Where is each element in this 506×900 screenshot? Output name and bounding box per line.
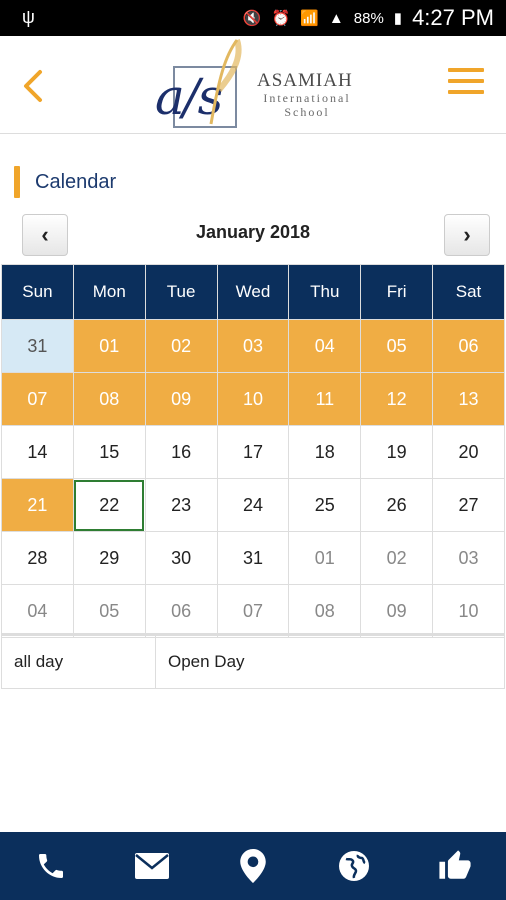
app-header: a/s ASAMIAH International School xyxy=(0,36,506,134)
location-button[interactable] xyxy=(233,846,273,886)
back-button[interactable] xyxy=(18,66,48,106)
mute-icon: 🔇 xyxy=(242,10,262,27)
usb-icon: ψ xyxy=(22,7,35,27)
day-cell[interactable]: 02 xyxy=(144,319,218,373)
day-cell[interactable]: 25 xyxy=(288,478,362,532)
day-cell[interactable]: 05 xyxy=(360,319,434,373)
status-icons: 🔇 ⏰ 📶 ▲ 88% ▮ 4:27 PM xyxy=(243,0,494,36)
wifi-icon: 📶 xyxy=(300,10,319,27)
chevron-left-icon: ‹ xyxy=(41,222,49,247)
weekday-header-row: Sun Mon Tue Wed Thu Fri Sat xyxy=(1,264,505,320)
chevron-right-icon: › xyxy=(463,222,471,247)
school-subtitle: International School xyxy=(263,91,351,119)
day-cell[interactable]: 17 xyxy=(216,425,290,479)
calendar-week: 14 15 16 17 18 19 20 xyxy=(1,425,505,479)
event-title: Open Day xyxy=(155,634,505,689)
weekday-tue: Tue xyxy=(144,264,218,320)
chevron-left-icon xyxy=(24,70,42,102)
day-cell[interactable]: 11 xyxy=(288,372,362,426)
day-cell-next-month[interactable]: 04 xyxy=(1,584,74,638)
event-row[interactable]: all day Open Day xyxy=(1,634,505,689)
day-cell[interactable]: 10 xyxy=(216,372,290,426)
event-list: all day Open Day xyxy=(1,633,505,689)
phone-button[interactable] xyxy=(31,846,71,886)
month-title: January 2018 xyxy=(195,222,311,242)
calendar-week: 07 08 09 10 11 12 13 xyxy=(1,372,505,426)
quill-icon xyxy=(209,39,242,125)
day-cell[interactable]: 30 xyxy=(144,531,218,585)
day-cell-next-month[interactable]: 09 xyxy=(360,584,434,638)
school-logo: a/s ASAMIAH International School xyxy=(155,38,355,130)
calendar-week: 28 29 30 31 01 02 03 xyxy=(1,531,505,585)
section-title: Calendar xyxy=(35,170,117,193)
day-cell[interactable]: 31 xyxy=(216,531,290,585)
globe-icon xyxy=(339,851,370,881)
mail-icon xyxy=(134,853,169,879)
calendar-week: 04 05 06 07 08 09 10 xyxy=(1,584,505,638)
day-cell[interactable]: 26 xyxy=(360,478,434,532)
weekday-fri: Fri xyxy=(360,264,434,320)
weekday-wed: Wed xyxy=(216,264,290,320)
section-header: Calendar xyxy=(14,164,116,200)
alarm-icon: ⏰ xyxy=(271,10,291,27)
day-cell-next-month[interactable]: 10 xyxy=(432,584,505,638)
weekday-thu: Thu xyxy=(288,264,362,320)
day-cell[interactable]: 04 xyxy=(288,319,362,373)
day-cell-next-month[interactable]: 05 xyxy=(72,584,146,638)
day-cell[interactable]: 15 xyxy=(72,425,146,479)
day-cell[interactable]: 01 xyxy=(72,319,146,373)
clock: 4:27 PM xyxy=(412,5,494,30)
calendar-grid: Sun Mon Tue Wed Thu Fri Sat 31 01 02 03 … xyxy=(1,264,505,638)
day-cell-next-month[interactable]: 03 xyxy=(432,531,505,585)
event-time: all day xyxy=(1,634,156,689)
day-cell-next-month[interactable]: 07 xyxy=(216,584,290,638)
day-cell[interactable]: 20 xyxy=(432,425,505,479)
bottom-nav xyxy=(0,832,506,900)
day-cell[interactable]: 28 xyxy=(1,531,74,585)
day-cell-next-month[interactable]: 01 xyxy=(288,531,362,585)
day-cell[interactable]: 21 xyxy=(1,478,74,532)
weekday-sun: Sun xyxy=(1,264,74,320)
calendar-week: 21 22 23 24 25 26 27 xyxy=(1,478,505,532)
school-name: ASAMIAH xyxy=(257,70,353,91)
weekday-sat: Sat xyxy=(432,264,505,320)
day-cell[interactable]: 16 xyxy=(144,425,218,479)
email-button[interactable] xyxy=(132,846,172,886)
website-button[interactable] xyxy=(334,846,374,886)
weekday-mon: Mon xyxy=(72,264,146,320)
day-cell[interactable]: 09 xyxy=(144,372,218,426)
day-cell[interactable]: 23 xyxy=(144,478,218,532)
day-cell-next-month[interactable]: 02 xyxy=(360,531,434,585)
status-bar: ψ 🔇 ⏰ 📶 ▲ 88% ▮ 4:27 PM xyxy=(0,0,506,36)
day-cell[interactable]: 31 xyxy=(1,319,74,373)
day-cell-today[interactable]: 22 xyxy=(72,478,146,532)
hamburger-icon xyxy=(448,68,484,72)
day-cell[interactable]: 03 xyxy=(216,319,290,373)
day-cell[interactable]: 08 xyxy=(72,372,146,426)
phone-icon xyxy=(38,854,63,878)
prev-month-button[interactable]: ‹ xyxy=(22,214,68,256)
day-cell[interactable]: 07 xyxy=(1,372,74,426)
section-accent-bar xyxy=(14,166,20,198)
next-month-button[interactable]: › xyxy=(444,214,490,256)
day-cell[interactable]: 06 xyxy=(432,319,505,373)
day-cell[interactable]: 27 xyxy=(432,478,505,532)
day-cell[interactable]: 19 xyxy=(360,425,434,479)
day-cell[interactable]: 29 xyxy=(72,531,146,585)
day-cell[interactable]: 18 xyxy=(288,425,362,479)
calendar-week: 31 01 02 03 04 05 06 xyxy=(1,319,505,373)
day-cell[interactable]: 24 xyxy=(216,478,290,532)
signal-icon: ▲ xyxy=(328,9,344,27)
day-cell-next-month[interactable]: 08 xyxy=(288,584,362,638)
menu-button[interactable] xyxy=(448,68,484,98)
day-cell[interactable]: 14 xyxy=(1,425,74,479)
like-button[interactable] xyxy=(435,846,475,886)
day-cell[interactable]: 13 xyxy=(432,372,505,426)
battery-percent: 88% xyxy=(353,9,384,27)
day-cell-next-month[interactable]: 06 xyxy=(144,584,218,638)
battery-icon: ▮ xyxy=(393,10,403,27)
thumbs-up-icon xyxy=(439,850,471,879)
location-icon xyxy=(240,849,266,883)
day-cell[interactable]: 12 xyxy=(360,372,434,426)
